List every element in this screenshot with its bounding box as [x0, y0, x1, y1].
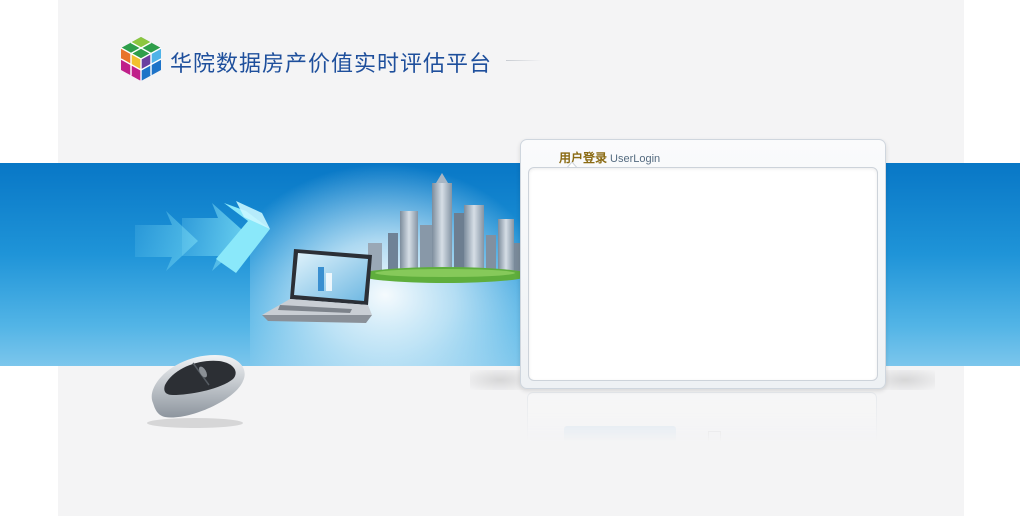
title-divider: [506, 60, 542, 61]
login-form-area[interactable]: [528, 167, 878, 381]
arrows-icon: [135, 201, 270, 273]
computer-mouse-icon: [147, 355, 245, 428]
login-panel: 用户登录 UserLogin: [520, 139, 886, 389]
city-skyline-icon: [360, 173, 530, 283]
panel-reflection: [520, 392, 884, 454]
cube-logo-icon: [120, 37, 162, 81]
hero-illustration: [135, 173, 530, 323]
site-title: 华院数据房产价值实时评估平台: [170, 52, 493, 77]
laptop-icon: [262, 249, 372, 323]
login-title-en: UserLogin: [610, 153, 661, 165]
